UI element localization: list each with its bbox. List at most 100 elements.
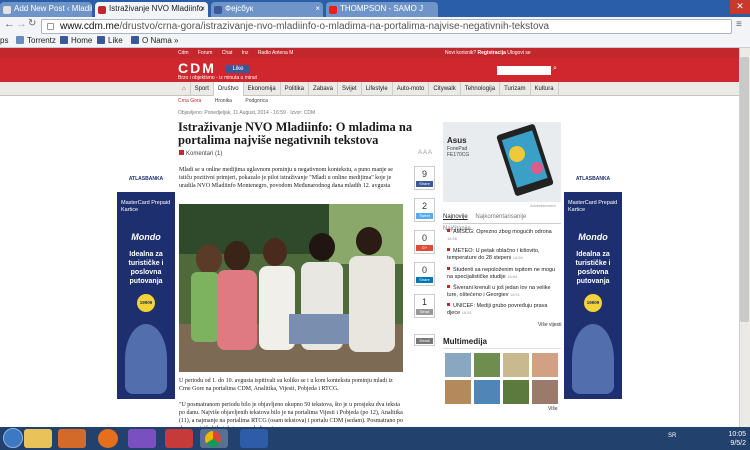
media-thumbnail[interactable] (474, 353, 500, 377)
share-count: 0 (421, 265, 427, 275)
topnav-link[interactable]: Cdm (178, 50, 189, 56)
start-button[interactable] (3, 428, 23, 448)
bookmark-o-nama[interactable]: O Nama » (131, 35, 178, 47)
google-plus-button: G+ (416, 245, 433, 251)
subnav-hronika[interactable]: Hronika (215, 98, 232, 104)
search-icon[interactable]: ⌕ (553, 65, 557, 73)
more-news-link[interactable]: Više vijesti (538, 322, 562, 328)
tab-najkomentarisanije[interactable]: Najkomentarisanije (475, 211, 526, 223)
news-item[interactable]: Šiverani krenuli u još jedan lov na veli… (447, 285, 559, 298)
topnav-link[interactable]: Forum (198, 50, 212, 56)
media-player-taskbar-icon[interactable] (58, 429, 86, 448)
news-item[interactable]: UNICEF: Mediji grubo povređuju prava dje… (447, 303, 559, 316)
facebook-share-box[interactable]: 9 Share (414, 166, 435, 190)
media-thumbnail[interactable] (474, 380, 500, 404)
subnav-podgorica[interactable]: Podgorica (245, 98, 268, 104)
menu-item-lifestyle[interactable]: Lifestyle (362, 82, 393, 96)
menu-item-auto-moto[interactable]: Auto-moto (393, 82, 430, 96)
menu-item-citywalk[interactable]: Citywalk (429, 82, 461, 96)
phone-number: 19909 (584, 294, 602, 312)
media-thumbnail[interactable] (503, 380, 529, 404)
email-share-box[interactable]: Email (414, 334, 435, 346)
ad-brand: Asus (447, 136, 467, 145)
media-thumbnail[interactable] (503, 353, 529, 377)
site-search-input[interactable] (497, 66, 551, 75)
left-atlasbanka-banner[interactable]: ATLASBANKA MasterCard Prepaid Kartice Mo… (117, 174, 175, 399)
firefox-taskbar-icon[interactable] (98, 429, 118, 448)
forward-icon[interactable]: → (16, 18, 27, 30)
word-taskbar-icon[interactable] (240, 429, 268, 448)
menu-item-politika[interactable]: Politika (281, 82, 309, 96)
send-share-box[interactable]: 1 Send (414, 294, 435, 318)
app-taskbar-icon[interactable] (165, 429, 193, 448)
twitter-share-box[interactable]: 2 Tweet (414, 198, 435, 222)
font-size-controls[interactable]: A A A (418, 150, 434, 159)
facebook-share-button: Share (416, 181, 433, 187)
article-paragraph: U periodu od 1. do 10. avgusta ispitival… (179, 378, 393, 392)
site-logo[interactable]: CDM Brzo i objektivno - iz minuta u minu… (178, 61, 270, 81)
language-indicator[interactable]: SR (668, 433, 682, 439)
tab-facebook[interactable]: Фејсбук × (211, 2, 323, 17)
menu-item-ekonomija[interactable]: Ekonomija (244, 82, 281, 96)
media-thumbnail[interactable] (445, 353, 471, 377)
menu-icon[interactable]: ≡ (736, 19, 742, 30)
menu-item-tehnologija[interactable]: Tehnologija (461, 82, 501, 96)
ad-model: FonePad FE170CG (447, 146, 470, 158)
bookmark-torrentz[interactable]: Torrentz (16, 35, 56, 47)
right-atlasbanka-banner[interactable]: ATLASBANKA MasterCard Prepaid Kartice Mo… (564, 174, 622, 399)
media-thumbnail[interactable] (445, 380, 471, 404)
system-clock[interactable]: 10:05 9/5/2 (708, 428, 750, 450)
news-item[interactable]: METEO: U petak oblačno i kišovito, tempe… (447, 248, 559, 261)
person-graphic (125, 324, 167, 394)
menu-item-kultura[interactable]: Kultura (531, 82, 559, 96)
page-icon (47, 23, 54, 30)
mondo-brand: Mondo (578, 232, 608, 242)
article-title: Istraživanje NVO Mladiinfo: O mladima na… (178, 120, 413, 147)
tab-article[interactable]: Istraživanje NVO Mladiinfo × (95, 2, 208, 17)
asus-advertisement[interactable]: Asus FonePad FE170CG (443, 122, 561, 202)
url-host: www.cdm.me (60, 21, 120, 32)
chrome-taskbar-button[interactable] (200, 429, 228, 448)
menu-item-sport[interactable]: Sport (191, 82, 214, 96)
facebook-icon (97, 36, 105, 44)
back-icon[interactable]: ← (4, 18, 15, 30)
subnav-crna-gora[interactable]: Crna Gora (178, 98, 201, 104)
menu-item-svijet[interactable]: Svijet (338, 82, 362, 96)
register-link[interactable]: Registracija (478, 50, 506, 56)
more-media-link[interactable]: Više (548, 406, 562, 412)
home-icon[interactable]: ⌂ (178, 82, 191, 96)
news-item[interactable]: AMSCG: Oprezno zbog mogućih odrona 16:56 (447, 229, 559, 242)
media-thumbnail[interactable] (532, 380, 558, 404)
comments-link[interactable]: Komentari (1) (179, 150, 279, 159)
menu-item-turizam[interactable]: Turizam (500, 82, 531, 96)
linkedin-share-box[interactable]: 0 Share (414, 262, 435, 286)
login-link[interactable]: Ulogovi se (507, 50, 530, 56)
address-bar[interactable]: www.cdm.me/drustvo/crna-gora/istrazivanj… (41, 19, 732, 34)
visual-studio-taskbar-icon[interactable] (128, 429, 156, 448)
bookmark-home[interactable]: Home (60, 35, 92, 47)
facebook-like-button[interactable]: Like (226, 65, 250, 73)
topnav-link[interactable]: Inz (242, 50, 249, 56)
tweet-button: Tweet (416, 213, 433, 219)
email-button: Email (416, 338, 433, 344)
tab-youtube[interactable]: THOMPSON - SAMO J (326, 2, 438, 17)
google-plus-share-box[interactable]: 0 G+ (414, 230, 435, 254)
bookmark-like[interactable]: Like (97, 35, 123, 47)
window-close-button[interactable]: ✕ (730, 0, 750, 14)
media-thumbnail[interactable] (532, 353, 558, 377)
topnav-link[interactable]: Chat (222, 50, 233, 56)
topnav-link[interactable]: Radio Antena M (258, 50, 294, 56)
tab-najnovije[interactable]: Najnovije (443, 211, 468, 223)
scrollbar-thumb[interactable] (740, 57, 749, 322)
reload-icon[interactable]: ↻ (28, 18, 36, 29)
explorer-taskbar-icon[interactable] (24, 429, 52, 448)
close-tab-icon[interactable]: × (315, 2, 320, 16)
menu-item-zabava[interactable]: Zabava (309, 82, 339, 96)
tab-add-new-post[interactable]: Add New Post ‹ Mladiinfo × (0, 2, 92, 17)
close-tab-icon[interactable]: × (200, 2, 205, 16)
news-item[interactable]: Studenti sa nepoloženim ispitom ne mogu … (447, 267, 559, 280)
bank-name: ATLASBANKA (117, 174, 175, 192)
bookmark-apps[interactable]: ps (0, 35, 8, 47)
menu-item-drustvo[interactable]: Društvo (213, 82, 244, 96)
clock-date: 9/5/2 (730, 440, 746, 447)
